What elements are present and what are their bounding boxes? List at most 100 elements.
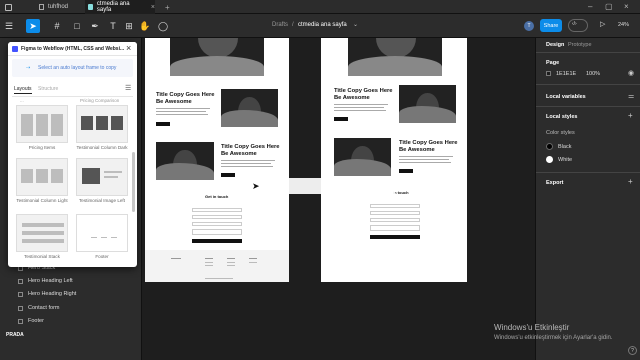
layer-item[interactable]: Contact form [18,305,59,311]
page-color-value[interactable]: 1E1E1E [556,71,576,77]
style-black[interactable]: Black [558,144,571,150]
properties-panel: Design Prototype Page 1E1E1E 100% ◉ Loca… [535,38,640,360]
feature-image[interactable] [156,142,214,180]
section-heading[interactable]: Title Copy Goes Here Be Awesome [399,140,461,153]
help-icon[interactable]: ? [628,346,637,355]
form-field[interactable] [192,215,242,219]
comment-tool-icon[interactable]: ◯ [156,19,170,33]
move-tool-icon[interactable]: ➤ [26,19,40,33]
section-heading[interactable]: Title Copy Goes Here Be Awesome [334,88,396,101]
card-label-partial: ... [20,98,24,103]
scrollbar[interactable] [132,152,135,212]
dev-mode-toggle[interactable]: ‹/› [568,19,588,32]
zoom-level[interactable]: 24% [618,22,629,28]
breadcrumb-drafts[interactable]: Drafts [272,22,288,28]
cta-button[interactable] [221,173,235,177]
form-field[interactable] [370,204,420,208]
text-line [334,110,386,111]
page-opacity[interactable]: 100% [586,71,600,77]
form-field[interactable] [192,208,242,212]
feature-image[interactable] [221,89,278,127]
text-tool-icon[interactable]: T [106,19,120,33]
page-frame-right[interactable]: Title Copy Goes Here Be Awesome Title Co… [321,38,467,282]
layer-item[interactable]: Footer [18,318,44,324]
tab-structure[interactable]: Structure [38,86,58,92]
layout-card[interactable] [76,158,128,196]
minimize-icon[interactable]: – [588,2,592,11]
card-label: Footer [95,254,109,259]
card-label: Testimonial Column Light [16,198,68,203]
tab-ctmedia[interactable]: ctmedia ana sayfa × [85,0,155,14]
form-field[interactable] [370,225,420,231]
resources-icon[interactable]: ⊞ [122,19,136,33]
local-styles-title: Local styles [546,114,578,120]
close-icon[interactable]: × [126,43,131,53]
feature-image[interactable] [399,85,456,123]
tab-home[interactable] [2,0,18,14]
page-frame-left[interactable]: Title Copy Goes Here Be Awesome Title Co… [145,38,289,282]
form-field[interactable] [370,218,420,222]
maximize-icon[interactable]: ▢ [605,2,613,11]
eye-icon[interactable]: ◉ [628,69,634,77]
cta-button[interactable] [156,122,170,126]
windows-activation-subtitle: Windows'u etkinleştirmek için Ayarlar'a … [494,335,613,341]
page-label[interactable]: PRADA [6,332,24,338]
layout-card[interactable] [16,105,68,143]
main-menu-icon[interactable]: ☰ [2,19,16,33]
hand-tool-icon[interactable]: ✋ [138,19,152,33]
white-swatch[interactable] [546,156,553,163]
section-heading[interactable]: Title Copy Goes Here Be Awesome [156,92,218,105]
page-section-title: Page [546,60,560,66]
variables-settings-icon[interactable]: ⚌ [628,92,634,100]
form-field[interactable] [192,222,242,226]
tab-design[interactable]: Design [546,42,564,48]
hero-image[interactable] [170,38,264,76]
text-line [399,162,451,163]
form-field[interactable] [370,211,420,215]
share-button[interactable]: Share [540,19,562,32]
tab-prototype[interactable]: Prototype [568,42,592,48]
layout-card[interactable] [16,158,68,196]
cta-button[interactable] [399,169,413,173]
menu-icon[interactable]: ☰ [125,84,131,92]
close-icon[interactable]: × [151,4,155,11]
close-window-icon[interactable]: × [624,2,629,11]
plugin-title: Figma to Webflow (HTML, CSS and Websi... [21,46,125,52]
chevron-down-icon[interactable]: ⌄ [353,21,358,28]
avatar[interactable]: T [524,21,534,31]
add-style-icon[interactable]: + [628,111,633,120]
tab-tuhfhod[interactable]: tuhfhod [36,0,84,14]
tab-layouts[interactable]: Layouts [14,86,32,92]
local-variables-title[interactable]: Local variables [546,94,586,100]
pen-tool-icon[interactable]: ✒ [88,19,102,33]
file-name[interactable]: ctmedia ana sayfa [298,22,347,28]
canvas[interactable]: Title Copy Goes Here Be Awesome Title Co… [142,38,535,360]
shape-tool-icon[interactable]: □ [70,19,84,33]
toolbar: ☰ ➤ # □ ✒ T ⊞ ✋ ◯ Drafts / ctmedia ana s… [0,14,640,38]
section-heading[interactable]: Title Copy Goes Here Be Awesome [221,144,283,157]
layout-card[interactable] [76,105,128,143]
card-label-partial: Pricing Comparison [80,98,120,103]
play-icon[interactable]: ▷ [600,20,605,28]
hint-text: Select an auto layout frame to copy [38,65,117,71]
submit-button[interactable] [192,239,242,243]
layer-item[interactable]: Hero Heading Left [18,278,73,284]
black-swatch[interactable] [546,143,553,150]
feature-image[interactable] [334,138,391,176]
contact-title: in touch [393,190,409,195]
add-export-icon[interactable]: + [628,177,633,186]
page-color-swatch[interactable] [546,71,551,76]
form-field[interactable] [192,229,242,235]
new-tab-button[interactable]: + [162,0,172,14]
submit-button[interactable] [370,235,420,239]
layer-item[interactable]: Hero Heading Right [18,291,76,297]
text-line [399,156,453,157]
frame-tool-icon[interactable]: # [50,19,64,33]
export-title[interactable]: Export [546,180,563,186]
layout-card[interactable] [76,214,128,252]
layout-card[interactable] [16,214,68,252]
style-white[interactable]: White [558,157,572,163]
hero-image[interactable] [348,38,442,76]
text-line [156,114,208,115]
cta-button[interactable] [334,117,348,121]
